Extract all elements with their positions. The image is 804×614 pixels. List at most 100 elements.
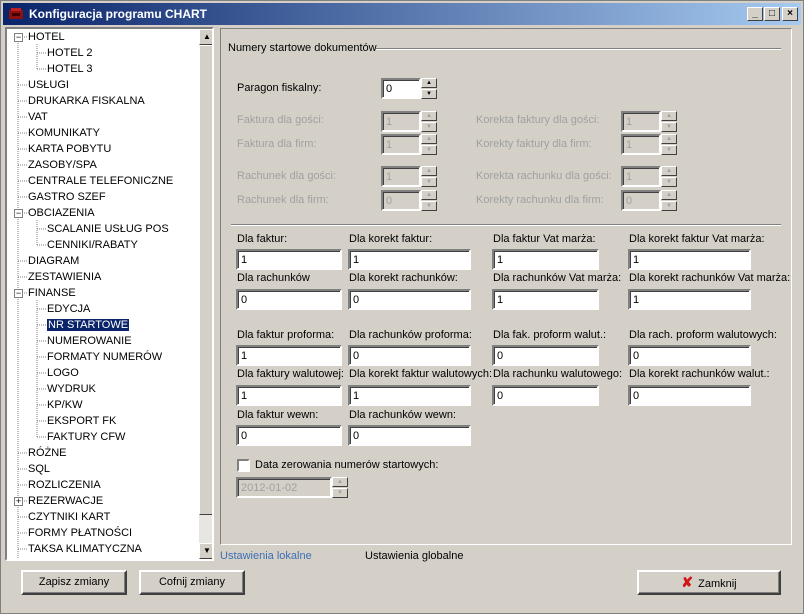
start-number-spinner[interactable]: ▲ ▼ bbox=[421, 166, 437, 187]
tree-item-komunikaty[interactable]: KOMUNIKATY bbox=[28, 126, 100, 140]
date-reset-spinner[interactable]: ▲ ▼ bbox=[332, 477, 348, 498]
tree-item-faktury-cfw[interactable]: FAKTURY CFW bbox=[47, 430, 125, 444]
tree-item-rezerwacje[interactable]: REZERWACJE bbox=[28, 494, 103, 508]
spin-up-icon[interactable]: ▲ bbox=[661, 134, 677, 144]
tree-item-zestawienia[interactable]: ZESTAWIENIA bbox=[28, 270, 101, 284]
revert-button[interactable]: Cofnij zmiany bbox=[139, 570, 245, 595]
spin-up-icon[interactable]: ▲ bbox=[332, 477, 348, 487]
doc-number-input[interactable]: 1 bbox=[236, 345, 342, 366]
tree-item-czytniki-kart[interactable]: CZYTNIKI KART bbox=[28, 510, 110, 524]
expand-icon[interactable]: + bbox=[14, 497, 23, 506]
doc-number-input[interactable]: 0 bbox=[492, 345, 599, 366]
doc-number-input[interactable]: 0 bbox=[236, 289, 342, 310]
start-number-input[interactable]: 0 bbox=[381, 190, 421, 211]
paragon-spinner[interactable]: ▲ ▼ bbox=[421, 78, 437, 99]
doc-number-input[interactable]: 1 bbox=[628, 249, 751, 270]
settings-tree[interactable]: HOTEL − HOTEL 2 HOTEL 3 USŁUGI DRUKARKA FISKA… bbox=[5, 27, 214, 561]
tree-item-cenniki-rabaty[interactable]: CENNIKI/RABATY bbox=[47, 238, 138, 252]
spin-up-icon[interactable]: ▲ bbox=[421, 166, 437, 176]
start-number-input[interactable]: 1 bbox=[381, 166, 421, 187]
start-number-spinner[interactable]: ▲ ▼ bbox=[421, 111, 437, 132]
spin-down-icon[interactable]: ▼ bbox=[661, 177, 677, 187]
start-number-input[interactable]: 1 bbox=[621, 166, 661, 187]
collapse-icon[interactable]: − bbox=[14, 289, 23, 298]
tree-item-hotel-3[interactable]: HOTEL 3 bbox=[47, 62, 92, 76]
tree-item-edycja[interactable]: EDYCJA bbox=[47, 302, 90, 316]
doc-number-input[interactable]: 1 bbox=[348, 385, 471, 406]
tree-item-hotel-2[interactable]: HOTEL 2 bbox=[47, 46, 92, 60]
scroll-thumb[interactable] bbox=[199, 45, 212, 515]
tree-item-sql[interactable]: SQL bbox=[28, 462, 50, 476]
tree-scrollbar[interactable]: ▲ ▼ bbox=[199, 29, 212, 559]
spin-down-icon[interactable]: ▼ bbox=[421, 177, 437, 187]
scroll-down-icon[interactable]: ▼ bbox=[199, 543, 212, 559]
doc-number-input[interactable]: 1 bbox=[628, 289, 751, 310]
start-number-input[interactable]: 0 bbox=[621, 190, 661, 211]
doc-number-input[interactable]: 1 bbox=[348, 249, 471, 270]
tree-item-centrale-telefoniczne[interactable]: CENTRALE TELEFONICZNE bbox=[28, 174, 173, 188]
spin-down-icon[interactable]: ▼ bbox=[661, 145, 677, 155]
start-number-spinner[interactable]: ▲ ▼ bbox=[661, 166, 677, 187]
tree-item-hotel[interactable]: HOTEL bbox=[28, 30, 65, 44]
start-number-spinner[interactable]: ▲ ▼ bbox=[421, 134, 437, 155]
spin-up-icon[interactable]: ▲ bbox=[421, 190, 437, 200]
tree-item-rozliczenia[interactable]: ROZLICZENIA bbox=[28, 478, 101, 492]
start-number-input[interactable]: 1 bbox=[381, 111, 421, 132]
tree-item-eksport-fk[interactable]: EKSPORT FK bbox=[47, 414, 116, 428]
date-reset-input[interactable]: 2012-01-02 bbox=[236, 477, 332, 498]
doc-number-input[interactable]: 1 bbox=[492, 289, 599, 310]
tree-item-kp-kw[interactable]: KP/KW bbox=[47, 398, 82, 412]
spin-up-icon[interactable]: ▲ bbox=[421, 78, 437, 88]
doc-number-input[interactable]: 0 bbox=[348, 425, 471, 446]
tree-item-zasoby-spa[interactable]: ZASOBY/SPA bbox=[28, 158, 97, 172]
tree-item-karta-pobytu[interactable]: KARTA POBYTU bbox=[28, 142, 111, 156]
paragon-input[interactable]: 0 bbox=[381, 78, 421, 99]
tree-item-formy-p-atno-ci[interactable]: FORMY PŁATNOŚCI bbox=[28, 526, 132, 540]
tree-item-vat[interactable]: VAT bbox=[28, 110, 48, 124]
spin-up-icon[interactable]: ▲ bbox=[421, 134, 437, 144]
tree-item-numerowanie[interactable]: NUMEROWANIE bbox=[47, 334, 132, 348]
global-settings-link[interactable]: Ustawienia globalne bbox=[365, 550, 463, 562]
doc-number-input[interactable]: 1 bbox=[236, 249, 342, 270]
tree-item-wydruk[interactable]: WYDRUK bbox=[47, 382, 96, 396]
doc-number-input[interactable]: 1 bbox=[236, 385, 342, 406]
spin-up-icon[interactable]: ▲ bbox=[661, 166, 677, 176]
doc-number-input[interactable]: 0 bbox=[628, 345, 751, 366]
maximize-icon[interactable]: □ bbox=[764, 7, 780, 21]
spin-up-icon[interactable]: ▲ bbox=[661, 111, 677, 121]
local-settings-link[interactable]: Ustawienia lokalne bbox=[220, 550, 312, 562]
spin-down-icon[interactable]: ▼ bbox=[332, 488, 348, 498]
start-number-input[interactable]: 1 bbox=[381, 134, 421, 155]
tree-item-krusnez[interactable]: KRUSNEZ bbox=[28, 558, 81, 559]
spin-up-icon[interactable]: ▲ bbox=[421, 111, 437, 121]
tree-item-taksa-klimatyczna[interactable]: TAKSA KLIMATYCZNA bbox=[28, 542, 142, 556]
tree-item-finanse[interactable]: FINANSE bbox=[28, 286, 76, 300]
spin-up-icon[interactable]: ▲ bbox=[661, 190, 677, 200]
tree-item-nr-startowe[interactable]: NR STARTOWE bbox=[45, 318, 131, 332]
tree-item-diagram[interactable]: DIAGRAM bbox=[28, 254, 79, 268]
start-number-input[interactable]: 1 bbox=[621, 111, 661, 132]
tree-item-us-ugi[interactable]: USŁUGI bbox=[28, 78, 69, 92]
start-number-spinner[interactable]: ▲ ▼ bbox=[421, 190, 437, 211]
doc-number-input[interactable]: 1 bbox=[492, 249, 599, 270]
doc-number-input[interactable]: 0 bbox=[492, 385, 599, 406]
spin-down-icon[interactable]: ▼ bbox=[421, 89, 437, 99]
spin-down-icon[interactable]: ▼ bbox=[661, 122, 677, 132]
spin-down-icon[interactable]: ▼ bbox=[421, 145, 437, 155]
close-button[interactable]: ✘ Zamknij bbox=[637, 570, 781, 595]
tree-item-logo[interactable]: LOGO bbox=[47, 366, 79, 380]
doc-number-input[interactable]: 0 bbox=[628, 385, 751, 406]
close-icon[interactable]: × bbox=[782, 7, 798, 21]
save-button[interactable]: Zapisz zmiany bbox=[21, 570, 127, 595]
start-number-spinner[interactable]: ▲ ▼ bbox=[661, 190, 677, 211]
start-number-spinner[interactable]: ▲ ▼ bbox=[661, 134, 677, 155]
collapse-icon[interactable]: − bbox=[14, 209, 23, 218]
spin-down-icon[interactable]: ▼ bbox=[421, 122, 437, 132]
doc-number-input[interactable]: 0 bbox=[348, 345, 471, 366]
start-number-spinner[interactable]: ▲ ▼ bbox=[661, 111, 677, 132]
start-number-input[interactable]: 1 bbox=[621, 134, 661, 155]
tree-item-gastro-szef[interactable]: GASTRO SZEF bbox=[28, 190, 106, 204]
spin-down-icon[interactable]: ▼ bbox=[661, 201, 677, 211]
minimize-icon[interactable]: _ bbox=[747, 7, 763, 21]
tree-item-scalanie-us-ug-pos[interactable]: SCALANIE USŁUG POS bbox=[47, 222, 169, 236]
